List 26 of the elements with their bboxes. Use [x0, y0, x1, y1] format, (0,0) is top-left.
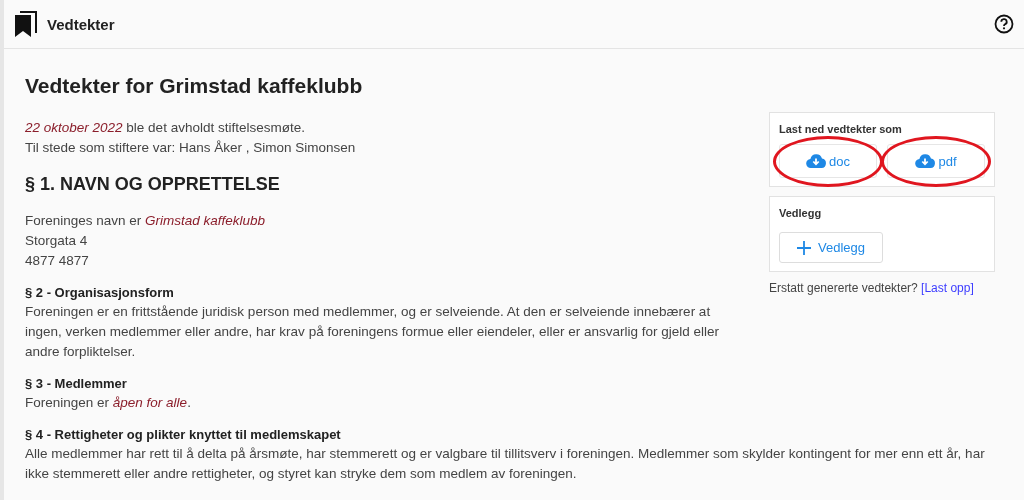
- bookmark-icon: [15, 11, 37, 37]
- replace-text: Erstatt genererte vedtekter?: [769, 281, 918, 295]
- section-text: Alle medlemmer har rett til å delta på årsmøte, har stemmerett og er valgbare til tillitsverv i foreningen. Medlemmer som skylder kontingent for mer enn ett år, har ikke stemmerett eller andre rettigheter, og styret kan stryke dem som medlem av foreningen.: [25, 445, 986, 483]
- section-text: Foreninges navn er Grimstad kaffeklubb: [25, 212, 267, 230]
- section-heading: § 4 - Rettigheter og plikter knyttet til medlemskapet: [25, 427, 342, 442]
- download-button[interactable]: pdf: [887, 144, 985, 178]
- document-title: Vedtekter for Grimstad kaffeklubb: [25, 74, 364, 98]
- upload-link[interactable]: [Last opp]: [921, 281, 974, 295]
- section-text: 4877 4877: [25, 252, 90, 270]
- cloud-download-icon: [915, 153, 936, 169]
- section-text: Foreningen er åpen for alle.: [25, 394, 192, 412]
- intro-line: Til stede som stiftere var: Hans Åker , Simon Simonsen: [25, 139, 357, 157]
- section-text: Storgata 4: [25, 232, 89, 250]
- help-icon[interactable]: [994, 14, 1014, 34]
- section-heading: § 3 - Medlemmer: [25, 376, 128, 391]
- section-heading: § 2 - Organisasjonsform: [25, 285, 175, 300]
- plus-icon: [797, 240, 811, 255]
- download-label: Last ned vedtekter som: [779, 123, 903, 135]
- section-text: Foreningen er en frittstående juridisk person med medlemmer, og er selveiende. At den er selveiende innebærer at ingen, verken medlemmer eller andre, har krav på foreningens formue eller eiendeler, eller er ansvarlig for gjeld eller andre forpliktelser.: [25, 303, 721, 361]
- section-heading: § 1. NAVN OG OPPRETTELSE: [25, 174, 281, 195]
- attachments-label: Vedlegg: [779, 207, 823, 219]
- cloud-download-icon: [806, 153, 826, 169]
- app-title: Vedtekter: [47, 15, 115, 33]
- intro-line: 22 oktober 2022 ble det avholdt stiftelsesmøte.: [25, 119, 306, 137]
- download-button[interactable]: doc: [779, 144, 877, 178]
- add-attachment-button[interactable]: Vedlegg: [779, 232, 883, 263]
